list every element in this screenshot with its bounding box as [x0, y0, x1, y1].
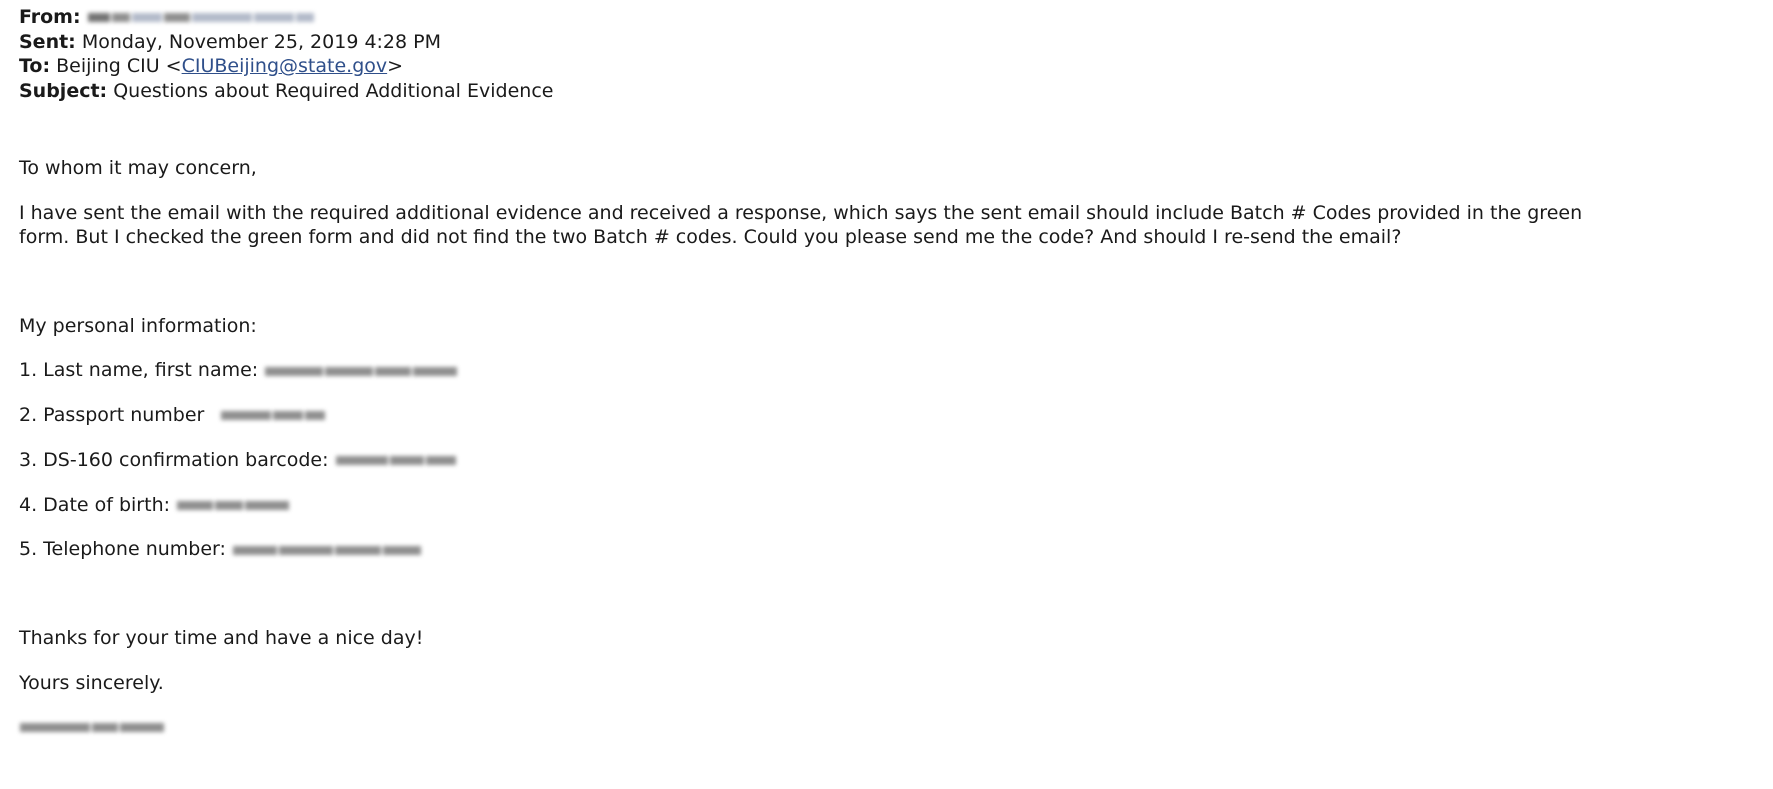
info-item-name: 1. Last name, first name: — [19, 358, 1619, 383]
redacted-value — [335, 448, 457, 473]
info-item-label: 1. Last name, first name: — [19, 359, 259, 382]
from-line: From: — [19, 5, 1619, 30]
subject-label: Subject: — [19, 79, 108, 102]
info-item-label: 2. Passport number — [19, 404, 205, 426]
redacted-value — [264, 359, 458, 384]
redacted-sender — [87, 5, 315, 30]
greeting: To whom it may concern, — [19, 157, 257, 180]
redacted-value — [220, 403, 326, 428]
email-message: From: Sent: Monday, November 25, 2019 4:… — [19, 5, 1619, 740]
signature — [19, 715, 1619, 740]
from-label: From: — [19, 6, 81, 28]
redacted-signature — [19, 715, 165, 740]
to-close: > — [387, 55, 404, 78]
subject-value: Questions about Required Additional Evid… — [113, 79, 554, 102]
subject-line: Subject: Questions about Required Additi… — [19, 79, 1619, 104]
info-item-label: 4. Date of birth: — [19, 493, 171, 516]
info-item-barcode: 3. DS-160 confirmation barcode: — [19, 448, 1619, 473]
redacted-value — [232, 538, 422, 563]
info-item-phone: 5. Telephone number: — [19, 537, 1619, 562]
info-item-label: 3. DS-160 confirmation barcode: — [19, 448, 329, 471]
to-email-link[interactable]: CIUBeijing@state.gov — [182, 55, 388, 77]
to-name: Beijing CIU < — [56, 55, 182, 78]
info-item-dob: 4. Date of birth: — [19, 493, 1619, 518]
redacted-value — [176, 493, 290, 518]
info-item-passport: 2. Passport number — [19, 403, 1619, 428]
to-line: To: Beijing CIU <CIUBeijing@state.gov> — [19, 54, 1619, 79]
info-item-label: 5. Telephone number: — [19, 538, 226, 561]
message-paragraph: I have sent the email with the required … — [19, 201, 1583, 249]
info-heading: My personal information: — [19, 314, 257, 337]
closing-line: Yours sincerely. — [19, 671, 164, 694]
to-label: To: — [19, 55, 51, 78]
sent-line: Sent: Monday, November 25, 2019 4:28 PM — [19, 30, 1619, 55]
thanks-line: Thanks for your time and have a nice day… — [19, 627, 424, 649]
sent-value: Monday, November 25, 2019 4:28 PM — [81, 30, 442, 53]
sent-label: Sent: — [19, 30, 76, 53]
